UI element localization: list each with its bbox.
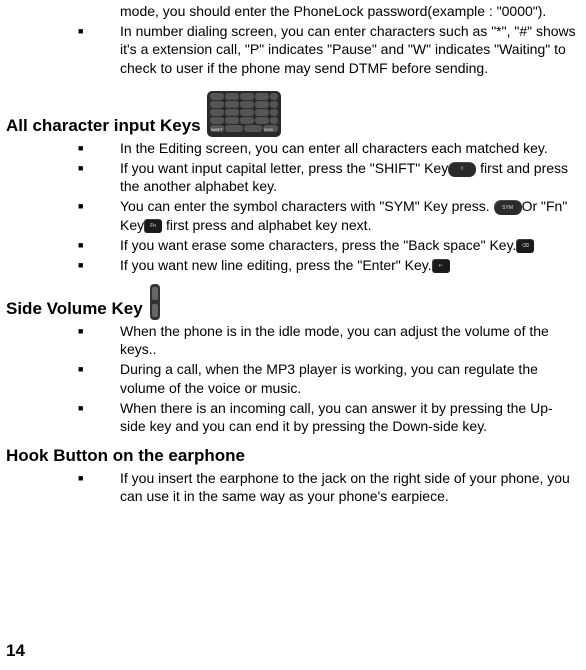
heading-hook-button: Hook Button on the earphone	[0, 445, 582, 467]
list-item: ■ In number dialing screen, you can ente…	[78, 22, 578, 77]
list-item: ■ When the phone is in the idle mode, yo…	[78, 322, 578, 358]
bullet-text: In the Editing screen, you can enter all…	[120, 139, 578, 157]
list-item: ■ You can enter the symbol characters wi…	[78, 197, 578, 233]
bullet-marker: ■	[78, 256, 90, 274]
list-item: ■ If you insert the earphone to the jack…	[78, 469, 578, 505]
page-number: 14	[6, 640, 25, 662]
bullet-text: If you insert the earphone to the jack o…	[120, 469, 578, 505]
bullet-text: If you want new line editing, press the …	[120, 256, 578, 274]
keypad-icon: SHIFT SYM	[207, 91, 281, 137]
list-item: ■ If you want erase some characters, pre…	[78, 236, 578, 254]
bullet-text: If you want input capital letter, press …	[120, 159, 578, 195]
back-key-icon: ⌫	[516, 239, 534, 253]
list-item: mode, you should enter the PhoneLock pas…	[78, 2, 578, 20]
list-item: ■ If you want new line editing, press th…	[78, 256, 578, 274]
list-item: ■ When there is an incoming call, you ca…	[78, 399, 578, 435]
svg-text:SYM: SYM	[264, 127, 273, 132]
sym-key-icon: SYM	[494, 200, 522, 215]
list-item: ■ If you want input capital letter, pres…	[78, 159, 578, 195]
bullet-text: You can enter the symbol characters with…	[120, 197, 578, 233]
heading-char-input: All character input Keys SHIFT SYM	[0, 91, 582, 137]
list-item: ■ In the Editing screen, you can enter a…	[78, 139, 578, 157]
bullet-text: When the phone is in the idle mode, you …	[120, 322, 578, 358]
bullet-text: If you want erase some characters, press…	[120, 236, 578, 254]
heading-text: All character input Keys	[6, 115, 201, 137]
heading-text: Side Volume Key	[6, 298, 143, 320]
heading-side-volume: Side Volume Key	[0, 284, 582, 320]
heading-text: Hook Button on the earphone	[6, 445, 245, 467]
svg-text:SHIFT: SHIFT	[211, 127, 223, 132]
bullet-marker: ■	[78, 236, 90, 254]
bullet-marker: ■	[78, 360, 90, 396]
enter-key-icon: ↵	[432, 259, 450, 273]
bullet-marker: ■	[78, 197, 90, 233]
bullet-marker: ■	[78, 469, 90, 505]
bullet-marker: ■	[78, 139, 90, 157]
bullet-marker: ■	[78, 22, 90, 77]
bullet-marker: ■	[78, 322, 90, 358]
list-item: ■ During a call, when the MP3 player is …	[78, 360, 578, 396]
bullet-marker: ■	[78, 159, 90, 195]
bullet-marker: ■	[78, 399, 90, 435]
fn-key-icon: Fn	[144, 219, 162, 233]
bullet-text: In number dialing screen, you can enter …	[120, 22, 578, 77]
shift-key-icon: ⇧	[448, 162, 476, 177]
bullet-text: When there is an incoming call, you can …	[120, 399, 578, 435]
side-volume-key-icon	[149, 284, 161, 320]
bullet-text: During a call, when the MP3 player is wo…	[120, 360, 578, 396]
bullet-marker	[78, 2, 90, 20]
bullet-text: mode, you should enter the PhoneLock pas…	[120, 2, 578, 20]
